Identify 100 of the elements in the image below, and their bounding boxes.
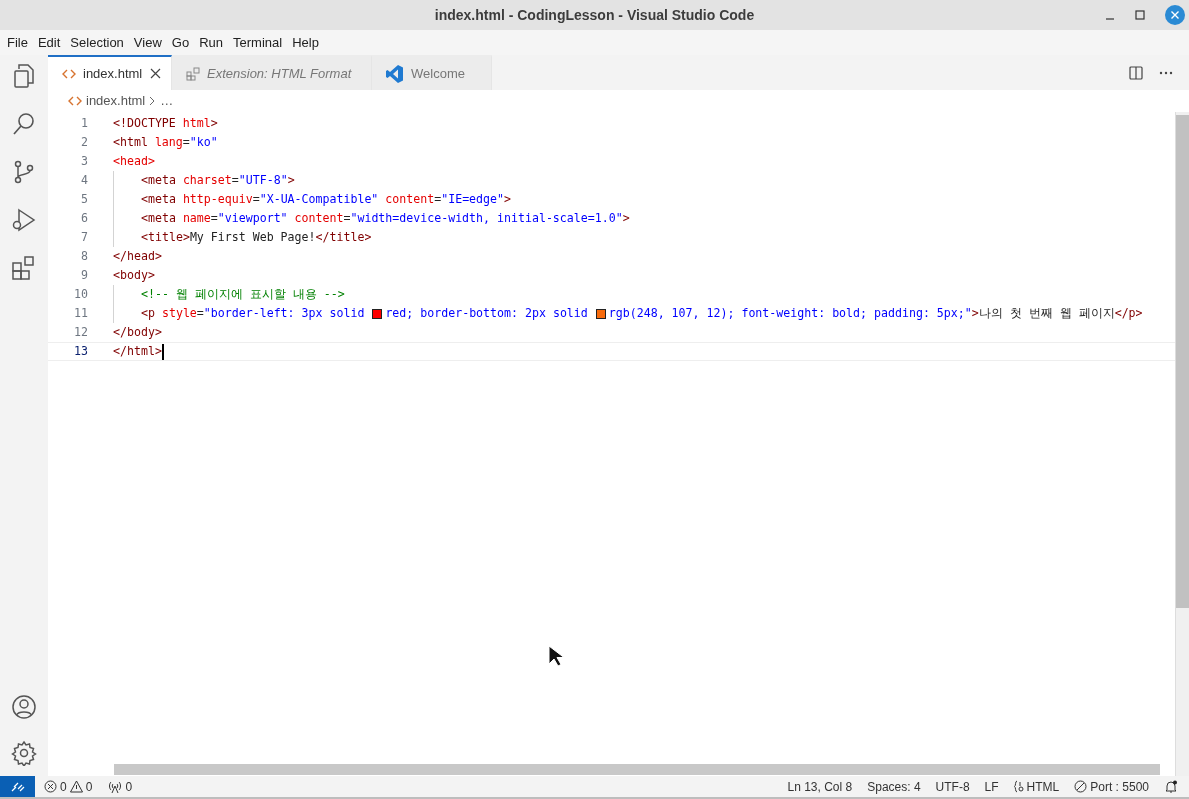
code-token: "border-left: 3px solid xyxy=(203,304,366,322)
breadcrumb-item[interactable]: index.html xyxy=(86,91,146,111)
warning-icon xyxy=(69,780,83,793)
color-swatch[interactable] xyxy=(595,308,606,319)
language-braces-icon xyxy=(1013,780,1024,793)
code-token: </html> xyxy=(113,342,162,360)
code-token: red; border-bottom: 2px solid xyxy=(385,304,589,322)
code-token: = xyxy=(196,304,204,322)
code-token: "width=device-width, initial-scale=1.0" xyxy=(350,209,623,227)
code-token: <!DOCTYPE xyxy=(113,114,177,132)
code-token: 나의 첫 번째 웹 페이지 xyxy=(978,304,1115,322)
code-token: html xyxy=(182,114,211,132)
indentation-status[interactable]: Spaces: 4 xyxy=(867,777,921,796)
color-swatch[interactable] xyxy=(372,308,383,319)
line-number: 9 xyxy=(80,266,88,284)
ports-status[interactable]: 0 xyxy=(108,777,133,796)
line-number: 3 xyxy=(80,152,88,170)
code-token: lang xyxy=(154,133,183,151)
code-token: <html xyxy=(113,133,149,151)
code-token: </p> xyxy=(1114,304,1143,322)
close-icon[interactable] xyxy=(1165,5,1185,25)
window-title: index.html - CodingLesson - Visual Studio Code xyxy=(434,5,755,25)
remote-icon xyxy=(10,781,25,792)
editor-tab[interactable]: Welcome xyxy=(372,55,492,90)
maximize-icon[interactable] xyxy=(1135,10,1145,20)
line-number: 7 xyxy=(80,228,88,246)
code-token: style xyxy=(161,304,197,322)
menu-item[interactable]: Help xyxy=(287,32,324,53)
code-token: charset xyxy=(182,171,232,189)
breadcrumb-item[interactable]: … xyxy=(160,91,174,111)
code-token: </head> xyxy=(113,247,162,265)
chevron-right-icon xyxy=(149,96,157,106)
code-token: = xyxy=(210,209,218,227)
extensions-icon xyxy=(186,66,200,81)
run-debug-icon[interactable] xyxy=(11,207,37,233)
line-number: 2 xyxy=(80,133,88,151)
line-number: 13 xyxy=(73,342,88,360)
code-token: <meta xyxy=(141,171,177,189)
notification-bell-icon[interactable] xyxy=(1165,780,1177,793)
code-token: "UTF-8" xyxy=(238,171,288,189)
code-token: My First Web Page! xyxy=(189,228,316,246)
close-tab-icon[interactable] xyxy=(150,68,161,79)
remote-button[interactable] xyxy=(0,776,35,797)
language-mode-status[interactable]: HTML xyxy=(1013,777,1060,796)
editor-tab[interactable]: Extension: HTML Format xyxy=(172,55,372,90)
settings-icon[interactable] xyxy=(11,740,37,766)
broadcast-icon xyxy=(108,779,123,794)
editor-tab[interactable]: index.html xyxy=(48,55,172,90)
code-file-icon xyxy=(68,94,82,108)
code-token: "IE=edge" xyxy=(441,190,504,208)
vscode-logo-icon xyxy=(386,63,404,84)
live-server-status[interactable]: Port : 5500 xyxy=(1074,777,1149,796)
search-icon[interactable] xyxy=(11,111,37,137)
code-token: = xyxy=(252,190,260,208)
menu-item[interactable]: Selection xyxy=(65,32,129,53)
code-token: <title> xyxy=(141,228,190,246)
line-number: 8 xyxy=(80,247,88,265)
horizontal-scrollbar[interactable] xyxy=(114,764,1160,775)
code-token: = xyxy=(182,133,190,151)
code-token: </body> xyxy=(113,323,162,341)
vertical-scrollbar[interactable] xyxy=(1175,112,1189,776)
menu-item[interactable]: File xyxy=(2,32,33,53)
code-token: = xyxy=(343,209,351,227)
code-token: <head> xyxy=(113,152,155,170)
menu-item[interactable]: Run xyxy=(194,32,228,53)
line-number: 1 xyxy=(80,114,88,132)
extensions-icon[interactable] xyxy=(11,255,37,281)
code-token: > xyxy=(622,209,630,227)
code-token: <!-- 웹 페이지에 표시할 내용 --> xyxy=(141,285,345,303)
line-number: 10 xyxy=(73,285,88,303)
code-token: > xyxy=(504,190,511,208)
cursor-position-status[interactable]: Ln 13, Col 8 xyxy=(787,777,853,796)
files-icon[interactable] xyxy=(11,63,37,89)
code-token: <meta xyxy=(141,209,177,227)
code-token: "X-UA-Compatible" xyxy=(259,190,380,208)
line-number: 11 xyxy=(73,304,88,322)
more-actions-icon[interactable] xyxy=(1159,70,1173,75)
code-token: "ko" xyxy=(189,133,218,151)
code-token: name xyxy=(182,209,211,227)
line-ending-status[interactable]: LF xyxy=(984,777,999,796)
error-icon xyxy=(44,780,57,793)
code-token: <p xyxy=(141,304,156,322)
menu-item[interactable]: View xyxy=(128,32,167,53)
code-token: > xyxy=(971,304,979,322)
line-number: 6 xyxy=(80,209,88,227)
problems-status[interactable]: 0 0 xyxy=(44,777,93,796)
line-number: 4 xyxy=(80,171,88,189)
menu-item[interactable]: Edit xyxy=(32,32,66,53)
code-token: = xyxy=(434,190,442,208)
encoding-status[interactable]: UTF-8 xyxy=(935,777,970,796)
blocked-icon xyxy=(1074,780,1088,793)
account-icon[interactable] xyxy=(11,694,37,720)
mouse-pointer-icon xyxy=(548,645,564,667)
code-token: rgb(248, 107, 12); font-weight: bold; padding: 5px;" xyxy=(608,304,972,322)
menu-item[interactable]: Terminal xyxy=(228,32,288,53)
code-token: content xyxy=(294,209,344,227)
split-editor-icon[interactable] xyxy=(1129,65,1143,80)
code-token: > xyxy=(210,114,218,132)
menu-item[interactable]: Go xyxy=(166,32,195,53)
code-token: "viewport" xyxy=(217,209,289,227)
